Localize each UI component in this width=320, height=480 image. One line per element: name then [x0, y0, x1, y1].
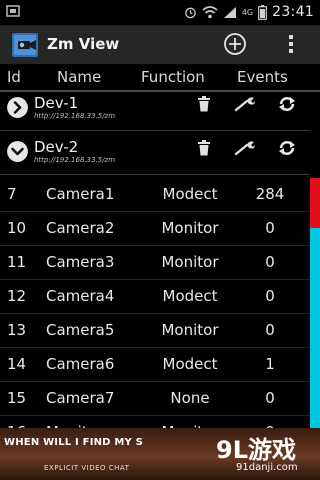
- monitor-name: Camera2: [46, 219, 115, 237]
- device-name: Dev-1: [34, 94, 79, 112]
- monitor-row[interactable]: 7 Camera1 Modect 284: [0, 178, 310, 212]
- ad-headline: WHEN WILL I FIND MY S: [4, 437, 144, 448]
- monitor-id: 10: [7, 219, 27, 237]
- monitor-function: Modect: [162, 287, 218, 305]
- monitor-row[interactable]: 10 Camera2 Monitor 0: [0, 212, 310, 246]
- monitor-function: Monitor: [161, 219, 219, 237]
- monitor-events: 0: [265, 219, 275, 237]
- header-events: Events: [237, 68, 288, 86]
- header-function: Function: [141, 68, 205, 86]
- watermark: 9L游戏 91danji.com: [206, 428, 320, 480]
- wifi-icon: [202, 5, 218, 18]
- monitor-id: 7: [7, 185, 17, 203]
- monitor-function: None: [170, 389, 210, 407]
- monitor-function: Modect: [162, 355, 218, 373]
- refresh-icon[interactable]: [278, 95, 296, 113]
- add-icon[interactable]: [223, 32, 247, 56]
- device-name: Dev-2: [34, 138, 79, 156]
- monitor-name: Camera6: [46, 355, 115, 373]
- ad-subline: EXPLICIT VIDEO CHAT: [44, 464, 130, 472]
- overflow-menu-icon[interactable]: [283, 33, 299, 57]
- table-header: Id Name Function Events: [0, 66, 320, 92]
- monitor-function: Monitor: [161, 253, 219, 271]
- monitor-id: 13: [7, 321, 27, 339]
- network-type-label: 4G: [241, 7, 254, 17]
- monitor-name: Camera4: [46, 287, 115, 305]
- device-url: http://192.168.33.5/zm: [34, 156, 116, 164]
- alarm-icon: [185, 7, 196, 18]
- app-logo-icon[interactable]: [12, 33, 38, 57]
- collapse-chevron-icon[interactable]: [7, 141, 28, 162]
- monitor-name: Camera7: [46, 389, 115, 407]
- device-url: http://192.168.33.5/zm: [34, 112, 116, 120]
- status-bar: 4G 23:41: [0, 0, 320, 26]
- header-name: Name: [57, 68, 102, 86]
- app-title: Zm View: [47, 35, 120, 53]
- monitor-id: 11: [7, 253, 27, 271]
- monitor-events: 0: [265, 321, 275, 339]
- header-id: Id: [7, 68, 21, 86]
- device-row-dev-2[interactable]: Dev-2 http://192.168.33.5/zm: [0, 136, 310, 175]
- monitor-list[interactable]: 7 Camera1 Modect 284 10 Camera2 Monitor 0 11 Came…: [0, 178, 310, 428]
- action-bar: Zm View: [0, 26, 320, 64]
- monitor-name: Camera5: [46, 321, 115, 339]
- monitor-row[interactable]: 13 Camera5 Monitor 0: [0, 314, 310, 348]
- watermark-logo: 9L游戏: [216, 436, 296, 464]
- wrench-icon[interactable]: [234, 96, 256, 112]
- trash-icon[interactable]: [197, 140, 211, 156]
- monitor-function: Modect: [162, 185, 218, 203]
- status-icons: 4G 23:41: [184, 2, 314, 22]
- trash-icon[interactable]: [197, 96, 211, 112]
- monitor-function: Monitor: [161, 321, 219, 339]
- expand-chevron-icon[interactable]: [7, 97, 28, 118]
- monitor-row[interactable]: 15 Camera7 None 0: [0, 382, 310, 416]
- monitor-name: Camera3: [46, 253, 115, 271]
- monitor-events: 0: [265, 287, 275, 305]
- watermark-site: 91danji.com: [236, 462, 298, 473]
- notification-icon: [6, 5, 20, 17]
- monitor-id: 15: [7, 389, 27, 407]
- monitor-row[interactable]: 16Monitor-Monitor0: [0, 416, 310, 428]
- device-row-dev-1[interactable]: Dev-1 http://192.168.33.5/zm: [0, 92, 310, 131]
- monitor-row[interactable]: 11 Camera3 Monitor 0: [0, 246, 310, 280]
- monitor-row[interactable]: 12 Camera4 Modect 0: [0, 280, 310, 314]
- clock: 23:41: [272, 4, 314, 20]
- monitor-id: 14: [7, 355, 27, 373]
- monitor-events: 0: [265, 253, 275, 271]
- monitor-events: 0: [265, 389, 275, 407]
- wrench-icon[interactable]: [234, 140, 256, 156]
- monitor-events: 284: [255, 185, 285, 203]
- monitor-id: 12: [7, 287, 27, 305]
- monitor-name: Camera1: [46, 185, 115, 203]
- battery-icon: [258, 4, 268, 20]
- signal-icon: [223, 6, 236, 18]
- monitor-row[interactable]: 14 Camera6 Modect 1: [0, 348, 310, 382]
- app-screen: 4G 23:41 Zm View Id Name Function Events…: [0, 0, 320, 480]
- monitor-events: 1: [265, 355, 275, 373]
- scroll-thumb[interactable]: [310, 178, 320, 228]
- refresh-icon[interactable]: [278, 139, 296, 157]
